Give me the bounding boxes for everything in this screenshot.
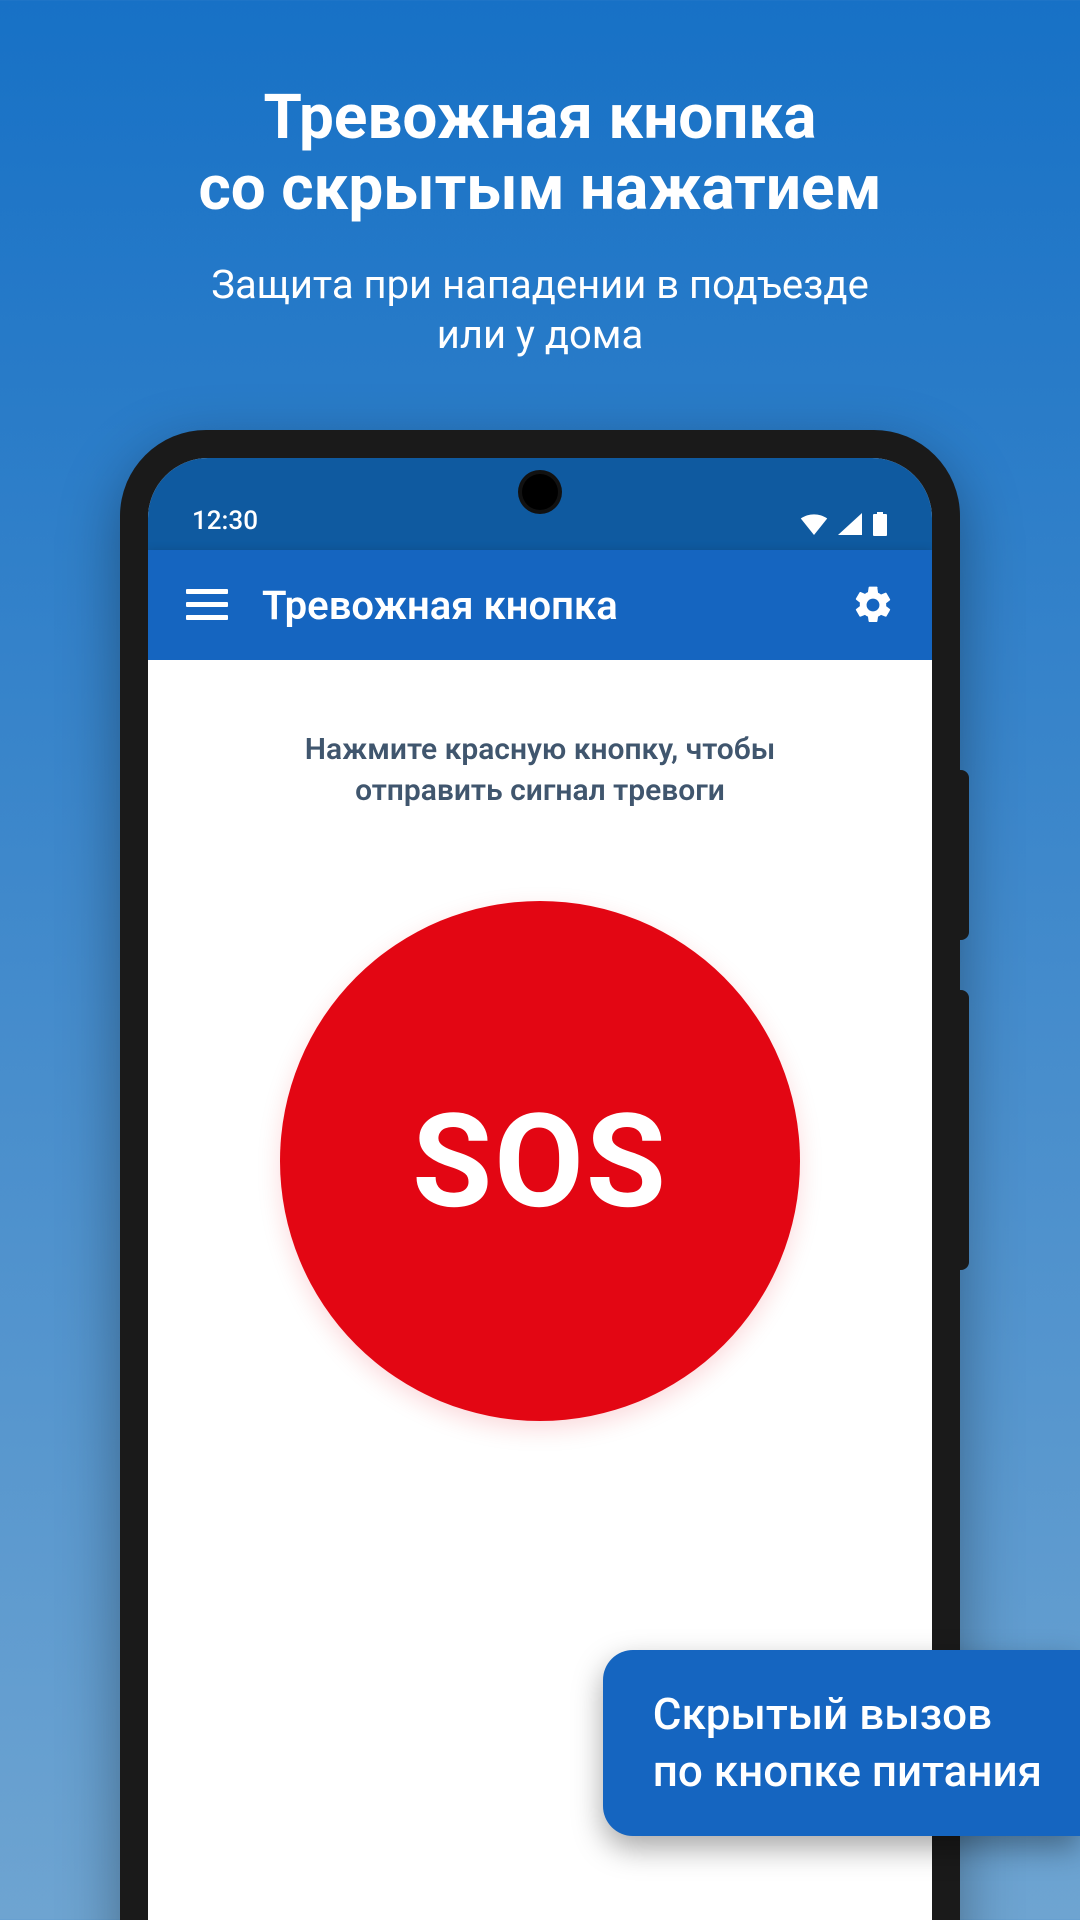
- status-icons: [800, 512, 888, 536]
- sos-button[interactable]: SOS: [280, 901, 800, 1421]
- callout-line2: по кнопке питания: [653, 1745, 1042, 1797]
- phone-camera-hole: [522, 474, 558, 510]
- app-toolbar: Тревожная кнопка: [148, 550, 932, 660]
- promo-callout: Скрытый вызов по кнопке питания: [603, 1650, 1080, 1836]
- instruction-text: Нажмите красную кнопку, чтобы отправить …: [148, 730, 932, 811]
- signal-icon: [838, 513, 862, 535]
- phone-volume-button: [960, 770, 969, 940]
- promo-subline: Защита при нападении в подъезде или у до…: [0, 260, 1080, 360]
- wifi-icon: [800, 513, 828, 535]
- menu-button[interactable]: [184, 582, 230, 628]
- promo-headline: Тревожная кнопка со скрытым нажатием: [0, 82, 1080, 225]
- promo-headline-line2: со скрытым нажатием: [198, 152, 881, 225]
- promo-subline-line1: Защита при нападении в подъезде: [211, 261, 869, 308]
- sos-label: SOS: [412, 1085, 668, 1238]
- status-time: 12:30: [192, 506, 258, 536]
- promo-headline-line1: Тревожная кнопка: [264, 81, 817, 154]
- promo-subline-line2: или у дома: [437, 311, 643, 358]
- gear-icon: [851, 583, 895, 627]
- instruction-line1: Нажмите красную кнопку, чтобы: [305, 732, 775, 767]
- callout-line1: Скрытый вызов: [653, 1688, 992, 1740]
- battery-icon: [872, 512, 888, 536]
- instruction-line2: отправить сигнал тревоги: [355, 773, 725, 808]
- app-title: Тревожная кнопка: [262, 582, 818, 629]
- settings-button[interactable]: [850, 582, 896, 628]
- hamburger-icon: [186, 589, 228, 621]
- app-body: Нажмите красную кнопку, чтобы отправить …: [148, 660, 932, 1421]
- phone-power-button: [960, 990, 969, 1270]
